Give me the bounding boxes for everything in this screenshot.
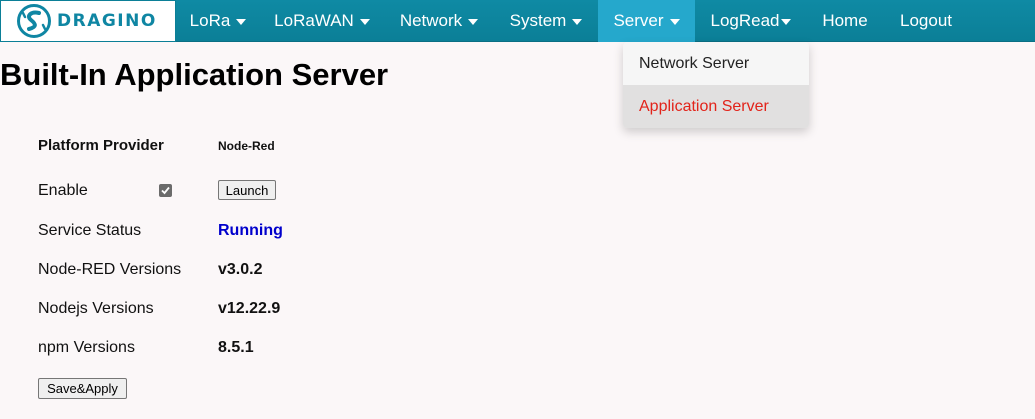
- npm-version-value: 8.5.1: [218, 339, 254, 356]
- platform-provider-value: Node-Red: [218, 139, 275, 153]
- nav-lorawan-label: LoRaWAN: [274, 11, 354, 30]
- nav-logout-label: Logout: [900, 11, 952, 30]
- server-dropdown-menu: Network Server Application Server: [623, 42, 809, 128]
- top-navbar: DRAGINO LoRa LoRaWAN Network System Serv…: [0, 0, 1035, 42]
- nodejs-version-value: v12.22.9: [218, 300, 281, 317]
- checkmark-icon: [161, 186, 170, 195]
- nav-server-label: Server: [613, 11, 664, 30]
- caret-down-icon: [572, 19, 583, 25]
- dragino-logo-icon: [17, 4, 51, 38]
- caret-down-icon: [669, 19, 680, 25]
- page-title: Built-In Application Server: [0, 57, 389, 92]
- nav-home[interactable]: Home: [806, 0, 884, 42]
- caret-down-icon: [236, 19, 247, 25]
- nav-logout[interactable]: Logout: [884, 0, 968, 42]
- enable-label: Enable: [38, 182, 88, 199]
- nav-lora[interactable]: LoRa: [176, 0, 260, 42]
- npm-version-label: npm Versions: [38, 339, 135, 356]
- nodered-version-value: v3.0.2: [218, 261, 263, 278]
- save-apply-button[interactable]: Save&Apply: [38, 378, 127, 399]
- nav-lora-label: LoRa: [189, 11, 231, 30]
- nav-server[interactable]: Server: [598, 0, 695, 42]
- nodered-version-label: Node-RED Versions: [38, 261, 182, 278]
- brand-logo[interactable]: DRAGINO: [0, 0, 176, 42]
- caret-down-icon: [468, 19, 479, 25]
- caret-down-icon: [780, 19, 791, 25]
- nav-network-label: Network: [399, 11, 463, 30]
- nav-logread-label: LogRead: [710, 11, 780, 30]
- caret-down-icon: [359, 19, 370, 25]
- nav-lorawan[interactable]: LoRaWAN: [260, 0, 384, 42]
- nav-network[interactable]: Network: [384, 0, 494, 42]
- platform-provider-label: Platform Provider: [38, 137, 164, 154]
- nav-logread[interactable]: LogRead: [695, 0, 806, 42]
- menu-item-network-server[interactable]: Network Server: [623, 42, 809, 85]
- enable-checkbox[interactable]: [159, 184, 172, 197]
- menu-item-application-server[interactable]: Application Server: [623, 85, 809, 128]
- launch-button[interactable]: Launch: [218, 180, 276, 200]
- service-status-value: Running: [218, 222, 283, 239]
- nodejs-version-label: Nodejs Versions: [38, 300, 154, 317]
- service-status-label: Service Status: [38, 222, 142, 239]
- brand-name: DRAGINO: [57, 11, 157, 31]
- nav-home-label: Home: [822, 11, 868, 30]
- nav-system-label: System: [509, 11, 567, 30]
- nav-system[interactable]: System: [494, 0, 598, 42]
